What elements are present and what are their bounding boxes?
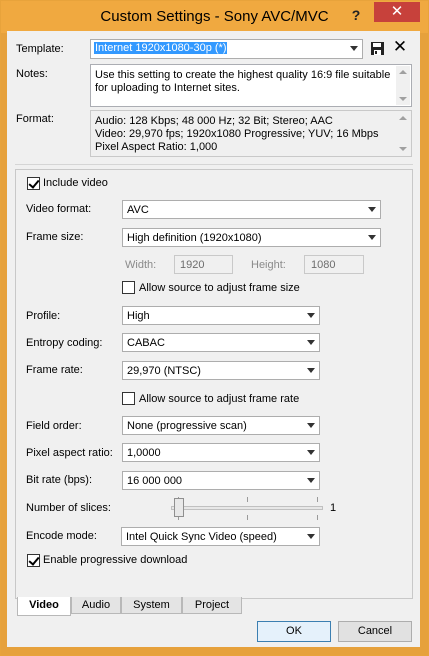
- chevron-down-icon: [368, 207, 376, 212]
- frame-rate-label: Frame rate:: [26, 364, 83, 376]
- frame-size-value: High definition (1920x1080): [127, 232, 262, 244]
- allow-frame-size-checkbox[interactable]: [122, 281, 135, 294]
- format-line: Pixel Aspect Ratio: 1,000: [95, 141, 218, 153]
- help-icon[interactable]: ?: [350, 7, 362, 23]
- cancel-button[interactable]: Cancel: [338, 621, 412, 642]
- chevron-down-icon: [307, 534, 315, 539]
- slider-tick: [317, 515, 318, 520]
- frame-size-label: Frame size:: [26, 231, 84, 243]
- bit-rate-select[interactable]: 16 000 000: [122, 471, 320, 490]
- dialog-client: Template: Internet 1920x1080-30p (*) ✕ N…: [7, 31, 420, 647]
- delete-icon[interactable]: ✕: [392, 38, 408, 56]
- encode-mode-value: Intel Quick Sync Video (speed): [126, 531, 277, 543]
- chevron-down-icon: [307, 368, 315, 373]
- notes-line: for uploading to Internet sites.: [95, 82, 240, 94]
- notes-textarea[interactable]: Use this setting to create the highest q…: [90, 64, 412, 107]
- chevron-down-icon: [368, 235, 376, 240]
- notes-scrollbar[interactable]: [396, 66, 410, 105]
- format-label: Format:: [16, 113, 54, 125]
- field-order-value: None (progressive scan): [127, 420, 247, 432]
- slices-label: Number of slices:: [26, 502, 111, 514]
- entropy-coding-value: CABAC: [127, 337, 165, 349]
- width-value: 1920: [180, 259, 205, 271]
- chevron-down-icon: [307, 340, 315, 345]
- width-field: 1920: [174, 255, 233, 274]
- chevron-down-icon: [350, 46, 358, 51]
- slices-slider-track[interactable]: [171, 506, 323, 510]
- include-video-checkbox[interactable]: [27, 177, 40, 190]
- chevron-down-icon: [307, 423, 315, 428]
- slider-tick: [247, 497, 248, 502]
- allow-frame-rate-checkbox[interactable]: [122, 392, 135, 405]
- template-value: Internet 1920x1080-30p (*): [94, 42, 228, 54]
- include-video-label: Include video: [43, 177, 108, 189]
- bit-rate-value: 16 000 000: [127, 475, 183, 487]
- height-label: Height:: [251, 259, 286, 271]
- chevron-down-icon: [307, 450, 315, 455]
- title-bar[interactable]: Custom Settings - Sony AVC/MVC ? ✕: [1, 1, 428, 33]
- profile-value: High: [127, 310, 150, 322]
- width-label: Width:: [125, 259, 157, 271]
- progressive-download-label: Enable progressive download: [43, 554, 188, 566]
- format-line: Video: 29,970 fps; 1920x1080 Progressive…: [95, 128, 379, 140]
- scroll-down-icon[interactable]: [399, 147, 407, 151]
- allow-frame-size-label: Allow source to adjust frame size: [139, 282, 300, 294]
- slices-slider-thumb[interactable]: [174, 498, 184, 517]
- pixel-aspect-ratio-value: 1,0000: [127, 447, 161, 459]
- notes-line: Use this setting to create the highest q…: [95, 69, 391, 81]
- template-select[interactable]: Internet 1920x1080-30p (*): [90, 39, 363, 59]
- slices-value: 1: [330, 502, 337, 514]
- bit-rate-label: Bit rate (bps):: [26, 474, 93, 486]
- template-label: Template:: [16, 43, 64, 55]
- field-order-select[interactable]: None (progressive scan): [122, 416, 320, 435]
- entropy-coding-select[interactable]: CABAC: [122, 333, 320, 352]
- video-format-value: AVC: [127, 204, 149, 216]
- tab-video[interactable]: Video: [17, 597, 71, 616]
- format-scrollbar[interactable]: [396, 112, 410, 155]
- frame-rate-value: 29,970 (NTSC): [127, 365, 201, 377]
- window-title: Custom Settings - Sony AVC/MVC: [100, 8, 329, 25]
- frame-rate-select[interactable]: 29,970 (NTSC): [122, 361, 320, 380]
- progressive-download-checkbox[interactable]: [27, 554, 40, 567]
- entropy-coding-label: Entropy coding:: [26, 337, 103, 349]
- tab-audio[interactable]: Audio: [71, 597, 121, 614]
- slider-tick: [247, 515, 248, 520]
- tab-project[interactable]: Project: [182, 597, 242, 614]
- chevron-down-icon: [307, 313, 315, 318]
- ok-button[interactable]: OK: [257, 621, 331, 642]
- scroll-up-icon[interactable]: [399, 70, 407, 74]
- scroll-down-icon[interactable]: [399, 97, 407, 101]
- encode-mode-select[interactable]: Intel Quick Sync Video (speed): [121, 527, 320, 546]
- video-format-select[interactable]: AVC: [122, 200, 381, 219]
- height-value: 1080: [311, 259, 336, 271]
- allow-frame-rate-label: Allow source to adjust frame rate: [139, 393, 300, 405]
- close-window-button[interactable]: ✕: [374, 2, 420, 22]
- tab-system[interactable]: System: [121, 597, 182, 614]
- save-icon[interactable]: [370, 41, 385, 56]
- encode-mode-label: Encode mode:: [26, 530, 97, 542]
- field-order-label: Field order:: [26, 420, 82, 432]
- video-format-label: Video format:: [26, 203, 92, 215]
- profile-label: Profile:: [26, 310, 61, 322]
- scroll-up-icon[interactable]: [399, 116, 407, 120]
- slider-tick: [317, 497, 318, 502]
- notes-label: Notes:: [16, 68, 48, 80]
- format-info-box: Audio: 128 Kbps; 48 000 Hz; 32 Bit; Ster…: [90, 110, 412, 157]
- height-field: 1080: [304, 255, 364, 274]
- pixel-aspect-ratio-select[interactable]: 1,0000: [122, 443, 320, 462]
- profile-select[interactable]: High: [122, 306, 320, 325]
- pixel-aspect-ratio-label: Pixel aspect ratio:: [26, 447, 113, 459]
- chevron-down-icon: [307, 478, 315, 483]
- format-line: Audio: 128 Kbps; 48 000 Hz; 32 Bit; Ster…: [95, 115, 333, 127]
- frame-size-select[interactable]: High definition (1920x1080): [122, 228, 381, 247]
- divider: [15, 164, 413, 165]
